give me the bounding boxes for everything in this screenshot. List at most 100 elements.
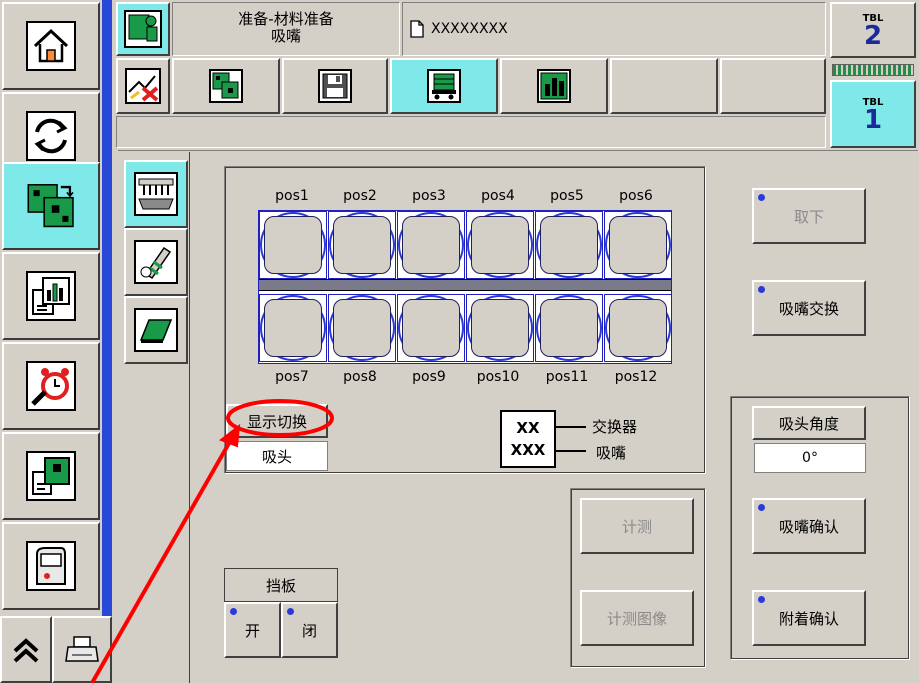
pos-label: pos9 [412,369,446,385]
tool-save-button[interactable] [282,58,388,114]
remove-button-label: 取下 [793,207,824,226]
nav-maintenance-button[interactable] [2,342,100,430]
measure-button[interactable]: 计测 [580,498,694,554]
nozzle-slot-pos4[interactable] [466,211,534,279]
nav-report-button[interactable] [2,252,100,340]
tbl2-button[interactable]: TBL 2 [830,2,916,58]
tool-nozzle-cart-button[interactable] [390,58,498,114]
bar-chart-document-icon [26,271,76,321]
head-angle-value-text: 0° [802,450,818,466]
tbl-separator [832,64,914,76]
title-panel: 准备-材料准备 吸嘴 [172,2,400,56]
nav-blue-bar [102,0,112,620]
head-angle-label: 吸头角度 [778,414,839,433]
nozzle-slot-pos12[interactable] [604,294,672,362]
pos-label: pos1 [275,188,309,204]
tbl2-number: 2 [863,20,883,51]
home-icon [26,21,76,71]
nozzle-confirm-button[interactable]: 吸嘴确认 [752,498,866,554]
nozzle-slot-pos11[interactable] [535,294,603,362]
document-icon [410,20,424,38]
nozzle-slot-pos6[interactable] [604,211,672,279]
nozzle-slot-pos8[interactable] [328,294,396,362]
pos-label: pos4 [481,188,515,204]
nozzle-slot-pos9[interactable] [397,294,465,362]
indicator-lamp [758,504,765,511]
indicator-lamp [758,286,765,293]
tool-boards-button[interactable] [172,58,280,114]
nav-machine-button[interactable] [2,522,100,610]
nozzle-slot-pos1[interactable] [259,211,327,279]
nozzle-slot-pos7[interactable] [259,294,327,362]
legend-box-bottom: XXX [510,441,546,459]
shutter-title-text: 挡板 [265,576,296,595]
measure-image-button-label: 计测图像 [606,609,667,628]
pos-label: pos5 [550,188,584,204]
circuit-boards-icon [26,181,76,231]
legend-line-top [556,426,586,428]
legend-box: XX XXX [500,410,556,468]
nav-collapse-button[interactable] [0,616,52,683]
nav-home-button[interactable] [2,2,100,90]
legend-line-bottom [556,450,586,452]
alarm-clock-wrench-icon [26,361,76,411]
measure-button-label: 计测 [621,517,652,536]
display-switch-button[interactable]: 显示切换 [226,404,328,438]
pos-label: pos2 [343,188,377,204]
cart-icon [427,69,461,103]
nozzle-exchange-label: 吸嘴交换 [778,299,839,318]
nozzle-confirm-label: 吸嘴确认 [778,517,839,536]
nav-preparation-button[interactable] [2,162,100,250]
nozzle-slot-pos2[interactable] [328,211,396,279]
file-name: XXXXXXXX [431,21,508,37]
page-subtitle: 吸嘴 [270,27,301,45]
legend-label-top: 交换器 [592,418,638,436]
legend-label-bottom: 吸嘴 [596,444,627,462]
indicator-lamp [758,194,765,201]
boards-icon [209,69,243,103]
message-bar [116,116,826,148]
legend-box-top: XX [516,419,540,437]
page-title: 准备-材料准备 [238,10,334,28]
pcb-board-icon [134,308,178,352]
machine-icon [26,541,76,591]
pos-label: pos6 [619,188,653,204]
indicator-lamp [758,596,765,603]
nozzle-rack-icon [134,172,178,216]
nozzle-slot-pos5[interactable] [535,211,603,279]
tool-error-button[interactable] [116,58,170,114]
feeder-icon [134,240,178,284]
printer-icon [65,635,99,662]
file-panel: XXXXXXXX [402,2,826,56]
head-angle-value: 0° [754,443,866,473]
attach-confirm-button[interactable]: 附着确认 [752,590,866,646]
shutter-open-button[interactable]: 开 [224,602,281,658]
chart-error-icon [125,68,161,104]
shutter-close-button[interactable]: 闭 [281,602,338,658]
shutter-title: 挡板 [224,568,338,602]
tool-empty-button-1[interactable] [610,58,718,114]
pos-label: pos12 [614,369,658,385]
pos-label: pos7 [275,369,309,385]
nozzle-exchange-button[interactable]: 吸嘴交换 [752,280,866,336]
measure-image-button[interactable]: 计测图像 [580,590,694,646]
tbl1-button[interactable]: TBL 1 [830,80,916,148]
pos-label: pos10 [476,369,520,385]
nav-print-button[interactable] [52,616,112,683]
status-icon-cell [116,2,170,56]
tbl1-number: 1 [863,104,883,135]
board-document-icon [26,451,76,501]
nozzle-slot-pos10[interactable] [466,294,534,362]
nozzle-slot-pos3[interactable] [397,211,465,279]
tool-empty-button-2[interactable] [720,58,826,114]
remove-button[interactable]: 取下 [752,188,866,244]
pos-label: pos3 [412,188,446,204]
tool-statistics-button[interactable] [500,58,608,114]
side-tab-nozzle[interactable] [124,160,188,228]
indicator-lamp [287,608,294,615]
cycle-arrows-icon [26,111,76,161]
nav-data-button[interactable] [2,432,100,520]
attach-confirm-label: 附着确认 [778,609,839,628]
side-tab-board[interactable] [124,296,188,364]
side-tab-feeder[interactable] [124,228,188,296]
